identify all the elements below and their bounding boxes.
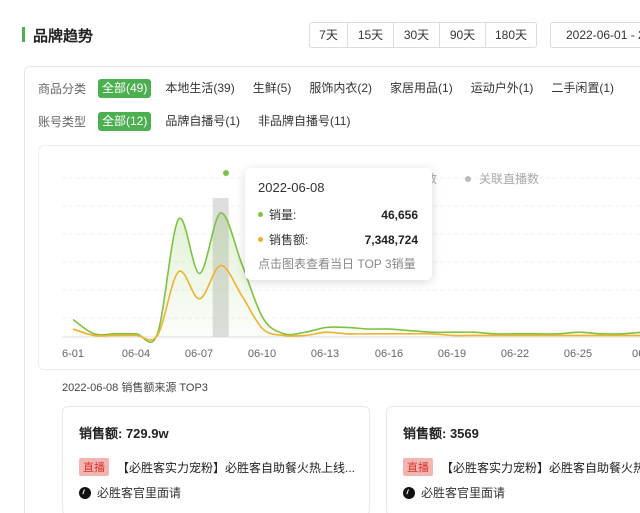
x-tick-label: 06-10 xyxy=(248,348,276,360)
volume-dot-icon xyxy=(258,212,263,217)
x-tick-label: 06-16 xyxy=(375,348,403,360)
legend-live-count[interactable]: 关联直播数 xyxy=(465,170,539,187)
legend-sales-volume[interactable] xyxy=(223,170,237,176)
legend-dot-icon xyxy=(223,170,229,176)
tooltip-label: 销售额: xyxy=(269,233,309,247)
tooltip-row-volume: 销量: 46,656 xyxy=(258,206,418,223)
card-sales-amount: 销售额: 3569 xyxy=(403,426,479,441)
card-sales-amount: 销售额: 729.9w xyxy=(79,426,169,441)
legend-label: 关联直播数 xyxy=(479,172,540,186)
sources-title: 2022-06-08 销售额来源 TOP3 xyxy=(62,382,208,394)
tooltip-value: 7,348,724 xyxy=(364,232,418,247)
x-tick-label: 06-07 xyxy=(185,348,213,360)
x-tick-label: 6-01 xyxy=(62,348,84,360)
x-tick-label: 06-22 xyxy=(501,348,529,360)
x-tick-label: 06- xyxy=(632,348,640,360)
live-badge: 直播 xyxy=(79,458,109,476)
x-tick-label: 06-13 xyxy=(311,348,339,360)
tooltip-row-amount: 销售额: 7,348,724 xyxy=(258,231,418,248)
card-shop-name: 必胜客官里面请 xyxy=(421,486,506,500)
chart-tooltip: 2022-06-08 销量: 46,656 销售额: 7,348,724 点击图… xyxy=(245,168,432,280)
tooltip-date: 2022-06-08 xyxy=(258,180,325,195)
tooltip-label: 销量: xyxy=(269,208,297,222)
douyin-icon xyxy=(79,486,91,499)
tooltip-hint: 点击图表查看当日 TOP 3销量 xyxy=(258,257,416,271)
live-badge: 直播 xyxy=(403,458,433,476)
source-card[interactable]: 销售额: 3569 直播 【必胜客实力宠粉】必胜客自助餐火热... 必胜客官里面… xyxy=(386,406,640,513)
card-shop[interactable]: 必胜客官里面请 xyxy=(79,484,181,501)
x-tick-label: 06-25 xyxy=(564,348,592,360)
source-card[interactable]: 销售额: 729.9w 直播 【必胜客实力宠粉】必胜客自助餐火热上线... 必胜… xyxy=(62,406,370,513)
card-shop[interactable]: 必胜客官里面请 xyxy=(403,484,505,501)
card-shop-name: 必胜客官里面请 xyxy=(97,486,182,500)
amount-dot-icon xyxy=(258,237,263,242)
douyin-icon xyxy=(403,486,415,499)
card-product-title[interactable]: 【必胜客实力宠粉】必胜客自助餐火热上线... xyxy=(117,459,355,476)
x-tick-label: 06-04 xyxy=(122,348,150,360)
tooltip-value: 46,656 xyxy=(381,207,418,222)
legend-dot-icon xyxy=(465,175,471,182)
x-tick-label: 06-19 xyxy=(438,348,466,360)
card-product-title[interactable]: 【必胜客实力宠粉】必胜客自助餐火热... xyxy=(441,459,640,476)
card-product-line: 直播 【必胜客实力宠粉】必胜客自助餐火热上线... xyxy=(79,458,355,476)
card-product-line: 直播 【必胜客实力宠粉】必胜客自助餐火热... xyxy=(403,458,640,476)
